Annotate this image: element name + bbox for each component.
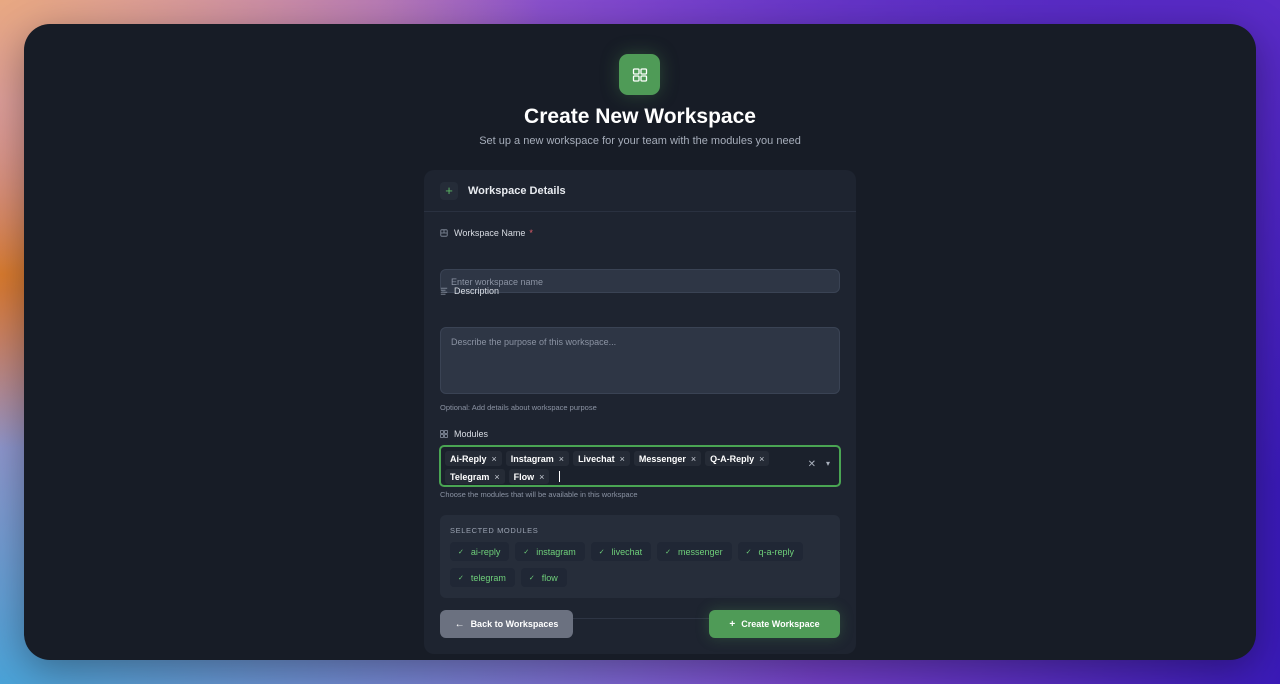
description-textarea[interactable]: Describe the purpose of this workspace..… — [440, 327, 840, 394]
module-chip-flow: Flow × — [508, 469, 550, 484]
building-icon — [440, 229, 448, 237]
selected-module-tag: ✓ flow — [520, 568, 567, 587]
tag-label: ai-reply — [470, 546, 501, 557]
chip-label: Messenger — [638, 453, 686, 464]
create-workspace-button[interactable]: + Create Workspace — [709, 610, 840, 638]
module-chip-livechat: Livechat × — [573, 451, 630, 466]
clear-icon[interactable]: ✕ — [808, 459, 816, 470]
layout-grid-icon — [619, 54, 660, 95]
description-label-text: Description — [454, 286, 500, 296]
module-chip-ai-reply: Ai-Reply × — [445, 451, 502, 466]
workspace-name-input[interactable]: Enter workspace name — [440, 269, 840, 293]
module-chip-messenger: Messenger × — [633, 451, 702, 466]
arrow-left-icon: ← — [454, 618, 465, 630]
workspace-name-label: Workspace Name * — [440, 228, 533, 238]
chip-row: Telegram × Flow × — [445, 468, 835, 485]
chip-remove-icon[interactable]: × — [494, 472, 499, 482]
back-to-workspaces-button[interactable]: ← Back to Workspaces — [440, 610, 573, 638]
tag-label: flow — [541, 572, 558, 583]
tag-label: q-a-reply — [758, 546, 794, 557]
workspace-details-card: + Workspace Details Workspace Name * Ent… — [424, 170, 856, 654]
chip-remove-icon[interactable]: × — [559, 454, 564, 464]
chip-label: Ai-Reply — [450, 453, 487, 464]
page-title: Create New Workspace — [524, 105, 756, 128]
grid-icon — [440, 430, 448, 438]
modules-label-row: Modules — [440, 429, 488, 439]
text-cursor — [559, 471, 561, 482]
chip-label: Q-A-Reply — [710, 453, 755, 464]
check-icon: ✓ — [665, 548, 672, 556]
back-button-label: Back to Workspaces — [470, 619, 559, 629]
modules-label-text: Modules — [454, 429, 489, 439]
modules-multiselect[interactable]: Ai-Reply × Instagram × Livechat × Messenger… — [439, 445, 841, 487]
workspace-name-label-text: Workspace Name — [454, 228, 526, 238]
modules-helper: Choose the modules that will be availabl… — [440, 490, 638, 499]
module-chip-instagram: Instagram × — [505, 451, 570, 466]
chip-label: Flow — [513, 471, 535, 482]
chip-remove-icon[interactable]: × — [492, 454, 497, 464]
selected-module-tag: ✓ ai-reply — [450, 542, 510, 561]
tag-row: ✓ ai-reply ✓ instagram ✓ livechat ✓ messenge… — [450, 542, 830, 561]
chip-row: Ai-Reply × Instagram × Livechat × Messenger… — [445, 450, 835, 467]
plus-icon: + — [440, 181, 458, 200]
selected-module-tag: ✓ livechat — [590, 542, 652, 561]
selected-modules-panel: SELECTED MODULES ✓ ai-reply ✓ instagram ✓ l… — [440, 515, 840, 598]
text-lines-icon — [440, 287, 448, 295]
check-icon: ✓ — [458, 548, 464, 556]
check-icon: ✓ — [598, 548, 605, 556]
tag-label: telegram — [470, 572, 506, 583]
chip-remove-icon[interactable]: × — [691, 454, 696, 464]
chip-label: Telegram — [450, 471, 490, 482]
tag-label: instagram — [536, 546, 576, 557]
description-helper: Optional: Add details about workspace pu… — [440, 403, 597, 412]
selected-module-tag: ✓ messenger — [657, 542, 732, 561]
chip-label: Instagram — [510, 453, 554, 464]
check-icon: ✓ — [745, 548, 752, 556]
check-icon: ✓ — [528, 574, 535, 582]
tag-label: livechat — [611, 546, 643, 557]
card-header: + Workspace Details — [424, 170, 856, 212]
required-indicator: * — [529, 228, 533, 238]
app-window: Create New Workspace Set up a new worksp… — [24, 24, 1256, 660]
chip-remove-icon[interactable]: × — [759, 454, 764, 464]
chevron-down-icon[interactable]: ▾ — [826, 459, 830, 468]
check-icon: ✓ — [458, 574, 464, 582]
chip-remove-icon[interactable]: × — [539, 472, 544, 482]
check-icon: ✓ — [523, 548, 530, 556]
tag-row: ✓ telegram ✓ flow — [450, 568, 830, 587]
tag-label: messenger — [678, 546, 723, 557]
create-button-label: Create Workspace — [741, 619, 820, 629]
description-label: Description — [440, 286, 499, 296]
module-chip-q-a-reply: Q-A-Reply × — [705, 451, 770, 466]
module-chip-telegram: Telegram × — [445, 469, 505, 484]
chip-remove-icon[interactable]: × — [620, 454, 625, 464]
page-subtitle: Set up a new workspace for your team wit… — [479, 135, 801, 147]
plus-icon: + — [729, 618, 736, 630]
selected-modules-title: SELECTED MODULES — [450, 526, 539, 535]
selected-module-tag: ✓ q-a-reply — [737, 542, 803, 561]
card-title: Workspace Details — [468, 184, 566, 197]
description-placeholder: Describe the purpose of this workspace..… — [451, 337, 617, 347]
selected-module-tag: ✓ instagram — [515, 542, 585, 561]
chip-label: Livechat — [578, 453, 615, 464]
selected-module-tag: ✓ telegram — [450, 568, 515, 587]
